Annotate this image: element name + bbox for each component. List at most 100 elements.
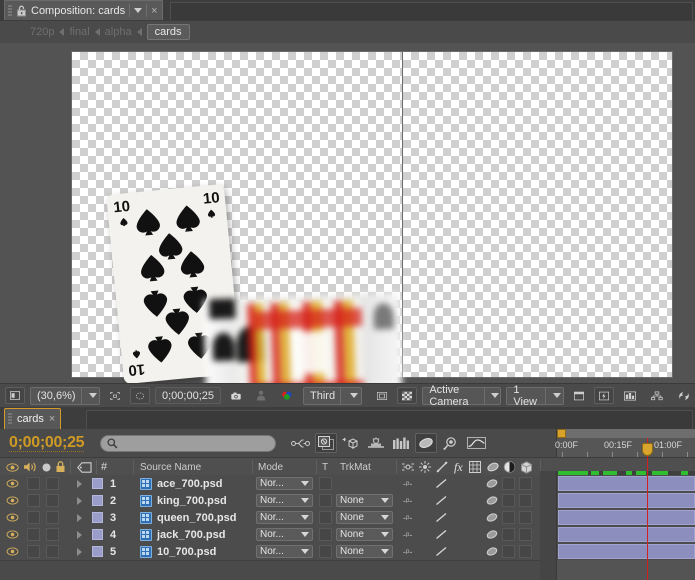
layer-visibility-toggle[interactable] [6, 475, 19, 492]
layer-motion-blur-switch[interactable] [485, 492, 499, 509]
comp-mini-flowchart-icon[interactable] [290, 433, 312, 453]
layer-quality-switch[interactable] [435, 526, 448, 543]
layer-3d-switch[interactable] [519, 494, 532, 507]
layer-adjustment-switch[interactable] [502, 545, 515, 558]
layer-label-color[interactable] [92, 546, 103, 557]
layer-shy-switch[interactable]: -ᵖ- [403, 475, 412, 492]
tab-composition-cards[interactable]: Composition: cards × [4, 0, 163, 20]
layer-3d-switch[interactable] [519, 545, 532, 558]
timeline-close-icon[interactable]: × [49, 414, 55, 425]
breadcrumb-item-alpha[interactable]: alpha [105, 26, 132, 38]
layer-motion-blur-switch[interactable] [485, 543, 499, 560]
reset-exposure-icon[interactable] [673, 387, 695, 404]
expand-layer-arrow-icon[interactable] [77, 492, 82, 509]
layer-audio-toggle[interactable] [27, 528, 40, 541]
layer-visibility-toggle[interactable] [6, 509, 19, 526]
work-area-start-handle[interactable] [557, 429, 566, 438]
layer-mode-dropdown[interactable]: Nor... [256, 475, 313, 492]
layer-quality-switch[interactable] [435, 492, 448, 509]
layer-source-name[interactable]: 10_700.psd [157, 543, 216, 560]
layer-duration-bar[interactable] [558, 544, 695, 559]
layer-shy-switch[interactable]: -ᵖ- [403, 492, 412, 509]
layer-visibility-toggle[interactable] [6, 492, 19, 509]
table-row[interactable]: 5 10_700.psd Nor... None -ᵖ- [0, 543, 695, 561]
expand-layer-arrow-icon[interactable] [77, 526, 82, 543]
brainstorm-icon[interactable] [440, 433, 462, 453]
timeline-empty-area[interactable] [556, 560, 695, 580]
layer-source-name[interactable]: jack_700.psd [157, 526, 226, 543]
playhead-marker[interactable] [642, 443, 653, 456]
viewer-current-time[interactable]: 0;00;00;25 [155, 387, 221, 404]
breadcrumb-item-720p[interactable]: 720p [30, 26, 54, 38]
expand-layer-arrow-icon[interactable] [77, 475, 82, 492]
chevron-down-icon[interactable] [134, 8, 143, 13]
layer-label-color[interactable] [92, 478, 103, 489]
layer-3d-switch[interactable] [519, 477, 532, 490]
layer-audio-toggle[interactable] [27, 511, 40, 524]
magnification-ratio-dropdown[interactable]: (30,6%) [30, 386, 100, 405]
layer-mode-dropdown[interactable]: Nor... [256, 492, 313, 509]
layer-preserve-transparency-toggle[interactable] [319, 528, 332, 541]
layer-trkmat-dropdown[interactable]: None [336, 492, 393, 509]
layer-audio-toggle[interactable] [27, 477, 40, 490]
layer-duration-bar[interactable] [558, 510, 695, 525]
layer-3d-switch[interactable] [519, 511, 532, 524]
enable-frame-blending-icon[interactable] [390, 433, 412, 453]
fast-previews-icon[interactable] [594, 387, 614, 404]
toggle-transparency-grid-icon[interactable] [397, 387, 418, 404]
layer-preserve-transparency-toggle[interactable] [319, 511, 332, 524]
layer-quality-switch[interactable] [435, 475, 448, 492]
layer-audio-toggle[interactable] [27, 494, 40, 507]
region-of-interest-icon[interactable] [105, 387, 125, 404]
layer-label-color[interactable] [92, 529, 103, 540]
hide-shy-layers-icon[interactable] [365, 433, 387, 453]
layer-source-name[interactable]: queen_700.psd [157, 509, 236, 526]
timeline-current-time[interactable]: 0;00;00;25 [9, 434, 85, 452]
timeline-ruler[interactable]: 0:00F 00:15F 01:00F [555, 429, 695, 457]
tab-timeline-cards[interactable]: cards × [4, 408, 62, 429]
layer-source-name[interactable]: king_700.psd [157, 492, 227, 509]
resolution-dropdown[interactable]: Third [303, 386, 363, 405]
breadcrumb-item-final[interactable]: final [69, 26, 89, 38]
layer-duration-bar[interactable] [558, 476, 695, 491]
pixel-aspect-correction-icon[interactable] [569, 387, 589, 404]
table-row[interactable]: 1 ace_700.psd Nor... -ᵖ- [0, 475, 695, 493]
layer-audio-toggle[interactable] [27, 545, 40, 558]
composition-renderer-icon[interactable] [315, 433, 338, 453]
breadcrumb-item-cards[interactable]: cards [146, 24, 190, 40]
layer-trkmat-dropdown[interactable]: None [336, 509, 393, 526]
layer-quality-switch[interactable] [435, 543, 448, 560]
lock-icon[interactable] [16, 5, 27, 17]
layer-motion-blur-switch[interactable] [485, 509, 499, 526]
toggle-view-layout-icon[interactable] [372, 387, 392, 404]
playhead-line[interactable] [647, 438, 648, 580]
layer-adjustment-switch[interactable] [502, 494, 515, 507]
layer-solo-toggle[interactable] [46, 511, 59, 524]
layer-preserve-transparency-toggle[interactable] [319, 477, 332, 490]
select-view-layout-dropdown[interactable]: 1 View [506, 384, 564, 408]
layer-shy-switch[interactable]: -ᵖ- [403, 526, 412, 543]
layer-adjustment-switch[interactable] [502, 511, 515, 524]
show-snapshot-icon[interactable] [251, 387, 271, 404]
panel-grip-icon[interactable] [8, 4, 12, 17]
timeline-panel-grip-icon[interactable] [8, 413, 12, 425]
layer-label-color[interactable] [92, 495, 103, 506]
layer-visibility-toggle[interactable] [6, 526, 19, 543]
enable-motion-blur-icon[interactable] [415, 433, 438, 453]
draft-3d-icon[interactable] [340, 433, 362, 453]
layer-duration-bar[interactable] [558, 493, 695, 508]
layer-duration-bar[interactable] [558, 527, 695, 542]
3d-view-dropdown[interactable]: Active Camera [422, 384, 502, 408]
composition-viewer[interactable]: 10 10 10 10 [0, 43, 695, 383]
layer-preserve-transparency-toggle[interactable] [319, 494, 332, 507]
layer-mode-dropdown[interactable]: Nor... [256, 509, 313, 526]
table-row[interactable]: 4 jack_700.psd Nor... None -ᵖ- [0, 526, 695, 544]
layer-shy-switch[interactable]: -ᵖ- [403, 543, 412, 560]
layer-quality-switch[interactable] [435, 509, 448, 526]
layer-trkmat-dropdown[interactable]: None [336, 543, 393, 560]
composition-flowchart-icon[interactable] [646, 387, 668, 404]
layer-motion-blur-switch[interactable] [485, 526, 499, 543]
layer-motion-blur-switch[interactable] [485, 475, 499, 492]
layer-3d-switch[interactable] [519, 528, 532, 541]
layer-adjustment-switch[interactable] [502, 528, 515, 541]
